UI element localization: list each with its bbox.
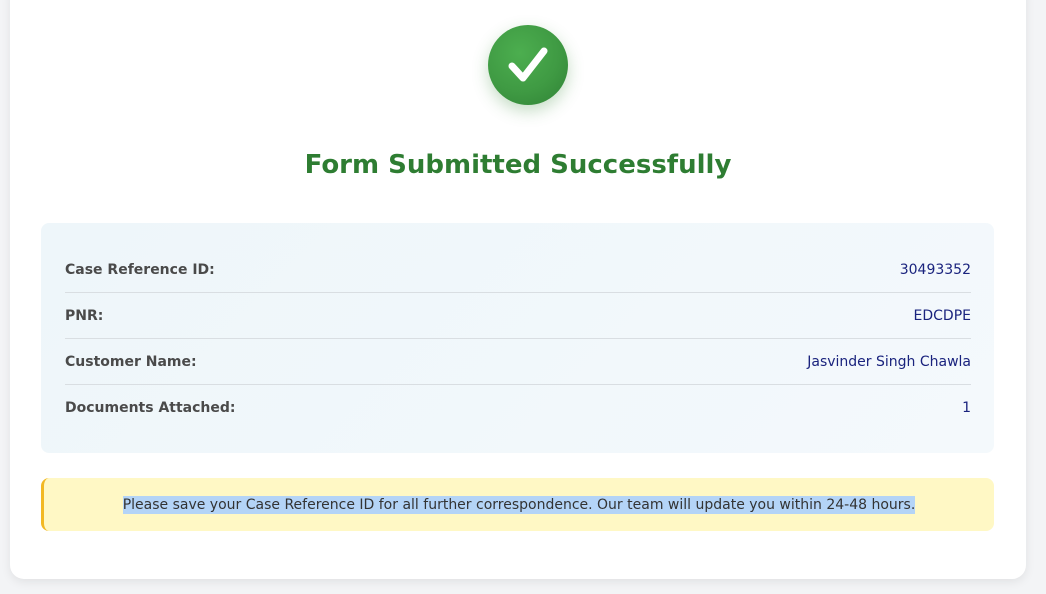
detail-label: PNR: <box>65 308 104 324</box>
detail-row-case-reference: Case Reference ID: 30493352 <box>65 247 971 293</box>
detail-value: Jasvinder Singh Chawla <box>807 354 971 370</box>
detail-value: 1 <box>962 400 971 416</box>
page-title: Form Submitted Successfully <box>304 150 732 180</box>
success-badge <box>488 25 568 105</box>
detail-value: 30493352 <box>899 262 971 278</box>
detail-row-pnr: PNR: EDCDPE <box>65 293 971 339</box>
notice-text[interactable]: Please save your Case Reference ID for a… <box>122 495 916 514</box>
detail-row-customer-name: Customer Name: Jasvinder Singh Chawla <box>65 339 971 385</box>
detail-label: Documents Attached: <box>65 400 236 416</box>
info-notice: Please save your Case Reference ID for a… <box>41 478 994 531</box>
checkmark-icon <box>508 47 548 82</box>
detail-row-documents: Documents Attached: 1 <box>65 385 971 431</box>
detail-value: EDCDPE <box>913 308 971 324</box>
detail-label: Case Reference ID: <box>65 262 215 278</box>
detail-label: Customer Name: <box>65 354 197 370</box>
details-panel: Case Reference ID: 30493352 PNR: EDCDPE … <box>41 223 994 453</box>
